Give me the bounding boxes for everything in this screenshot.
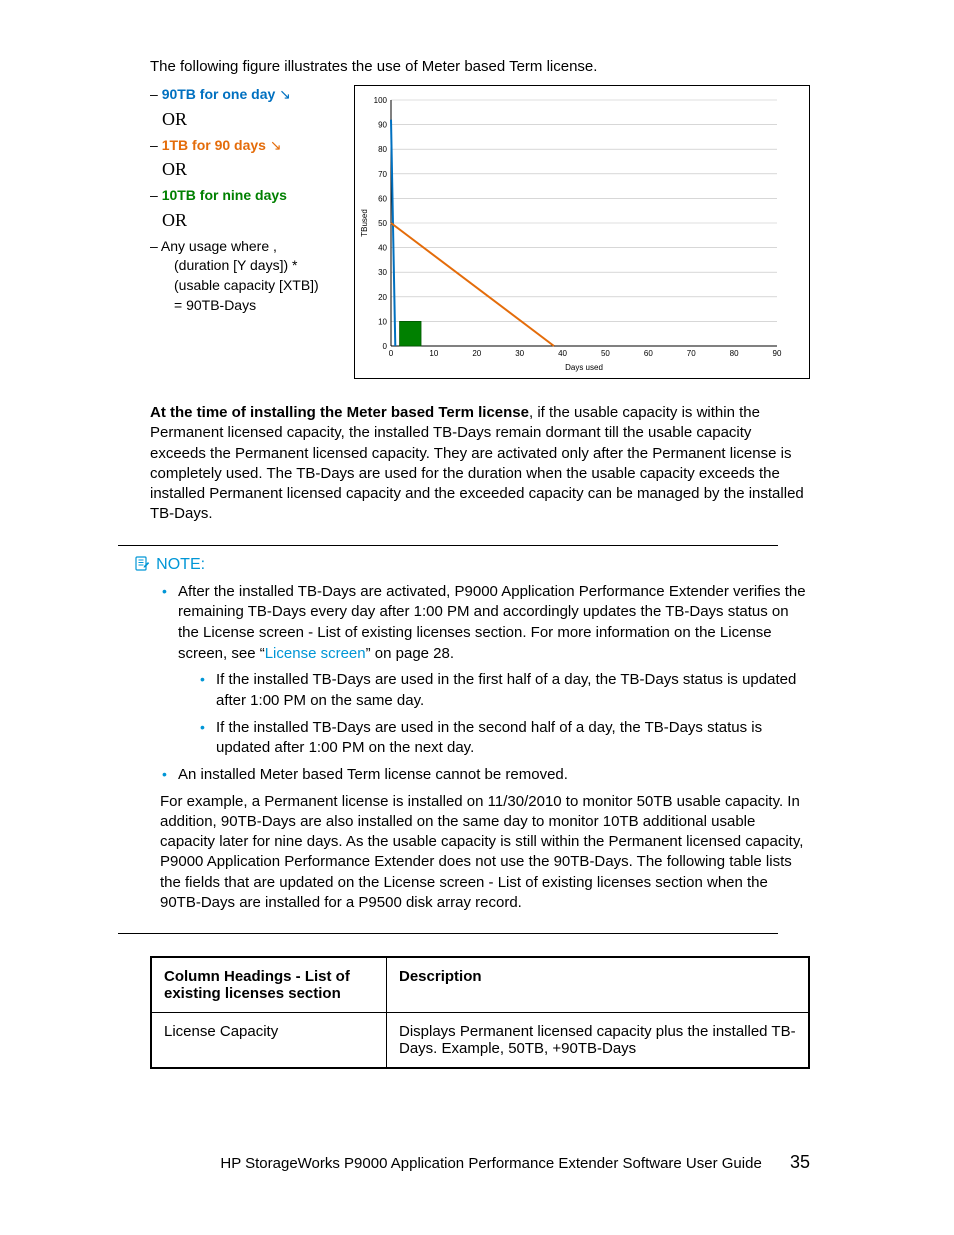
legend-dash: –	[150, 238, 158, 254]
svg-text:0: 0	[389, 349, 394, 358]
main-para-bold: At the time of installing the Meter base…	[150, 404, 529, 421]
main-paragraph: At the time of installing the Meter base…	[150, 403, 810, 525]
table-row: License Capacity Displays Permanent lice…	[151, 1013, 809, 1069]
legend-any-3: (usable capacity [XTB])	[162, 277, 319, 293]
svg-text:50: 50	[601, 349, 610, 358]
page-footer: HP StorageWorks P9000 Application Perfor…	[150, 1152, 810, 1173]
chart-container: 0 10 20 30 40 50 60 70 80 90 100 0 10 20 30 40 50 60 70 80 9…	[354, 85, 810, 379]
svg-text:Days used: Days used	[565, 363, 603, 372]
svg-text:40: 40	[378, 244, 387, 253]
note-bullet-1: After the installed TB-Days are activate…	[160, 582, 810, 760]
svg-text:70: 70	[687, 349, 696, 358]
main-para-rest: , if the usable capacity is within the P…	[150, 404, 804, 522]
note-b1b: ” on page 28.	[366, 645, 454, 662]
note-icon	[134, 556, 152, 576]
license-table: Column Headings - List of existing licen…	[150, 956, 810, 1069]
legend-any-4: = 90TB-Days	[162, 297, 256, 313]
legend-item-10tb: 10TB for nine days	[162, 187, 287, 203]
legend-or-2: OR	[162, 159, 340, 180]
svg-text:50: 50	[378, 219, 387, 228]
legend-dash: –	[150, 137, 158, 153]
license-screen-link[interactable]: License screen	[265, 645, 366, 662]
legend-any-1: Any usage where ,	[161, 238, 277, 254]
note-separator-top	[118, 545, 778, 546]
footer-title: HP StorageWorks P9000 Application Perfor…	[220, 1155, 761, 1172]
table-header-col2: Description	[387, 957, 810, 1013]
legend-dash: –	[150, 86, 158, 102]
legend-or-1: OR	[162, 109, 340, 130]
svg-text:60: 60	[378, 194, 387, 203]
svg-text:100: 100	[374, 96, 388, 105]
svg-text:30: 30	[378, 268, 387, 277]
legend-any-2: (duration [Y days]) *	[162, 257, 297, 273]
note-bullet-2: An installed Meter based Term license ca…	[160, 765, 810, 786]
note-sub-1: If the installed TB-Days are used in the…	[198, 670, 810, 711]
note-separator-bottom	[118, 933, 778, 934]
figure-row: – 90TB for one day ↘ OR – 1TB for 90 day…	[150, 85, 810, 379]
svg-text:70: 70	[378, 170, 387, 179]
footer-page-number: 35	[790, 1152, 810, 1173]
legend-or-3: OR	[162, 210, 340, 231]
note-block: NOTE: After the installed TB-Days are ac…	[134, 545, 810, 935]
svg-text:20: 20	[378, 293, 387, 302]
intro-text: The following figure illustrates the use…	[150, 58, 810, 75]
svg-text:0: 0	[383, 342, 388, 351]
table-header-col1: Column Headings - List of existing licen…	[151, 957, 387, 1013]
svg-text:80: 80	[730, 349, 739, 358]
table-cell-col2: Displays Permanent licensed capacity plu…	[387, 1013, 810, 1069]
note-sub-2: If the installed TB-Days are used in the…	[198, 718, 810, 759]
svg-text:40: 40	[558, 349, 567, 358]
svg-text:90: 90	[378, 121, 387, 130]
svg-text:10: 10	[378, 317, 387, 326]
svg-text:80: 80	[378, 145, 387, 154]
figure-legend: – 90TB for one day ↘ OR – 1TB for 90 day…	[150, 85, 340, 379]
legend-item-1tb: 1TB for 90 days	[162, 137, 266, 153]
svg-text:20: 20	[472, 349, 481, 358]
svg-text:60: 60	[644, 349, 653, 358]
svg-text:10: 10	[429, 349, 438, 358]
svg-text:30: 30	[515, 349, 524, 358]
chart-svg: 0 10 20 30 40 50 60 70 80 90 100 0 10 20 30 40 50 60 70 80 9…	[355, 94, 785, 374]
svg-text:TBused: TBused	[360, 209, 369, 237]
legend-item-90tb: 90TB for one day	[162, 86, 276, 102]
legend-item-any: – Any usage where , (duration [Y days]) …	[150, 237, 340, 315]
note-heading: NOTE:	[156, 556, 205, 573]
legend-dash: –	[150, 187, 158, 203]
table-cell-col1: License Capacity	[151, 1013, 387, 1069]
note-example-para: For example, a Permanent license is inst…	[160, 792, 810, 914]
svg-text:90: 90	[773, 349, 782, 358]
